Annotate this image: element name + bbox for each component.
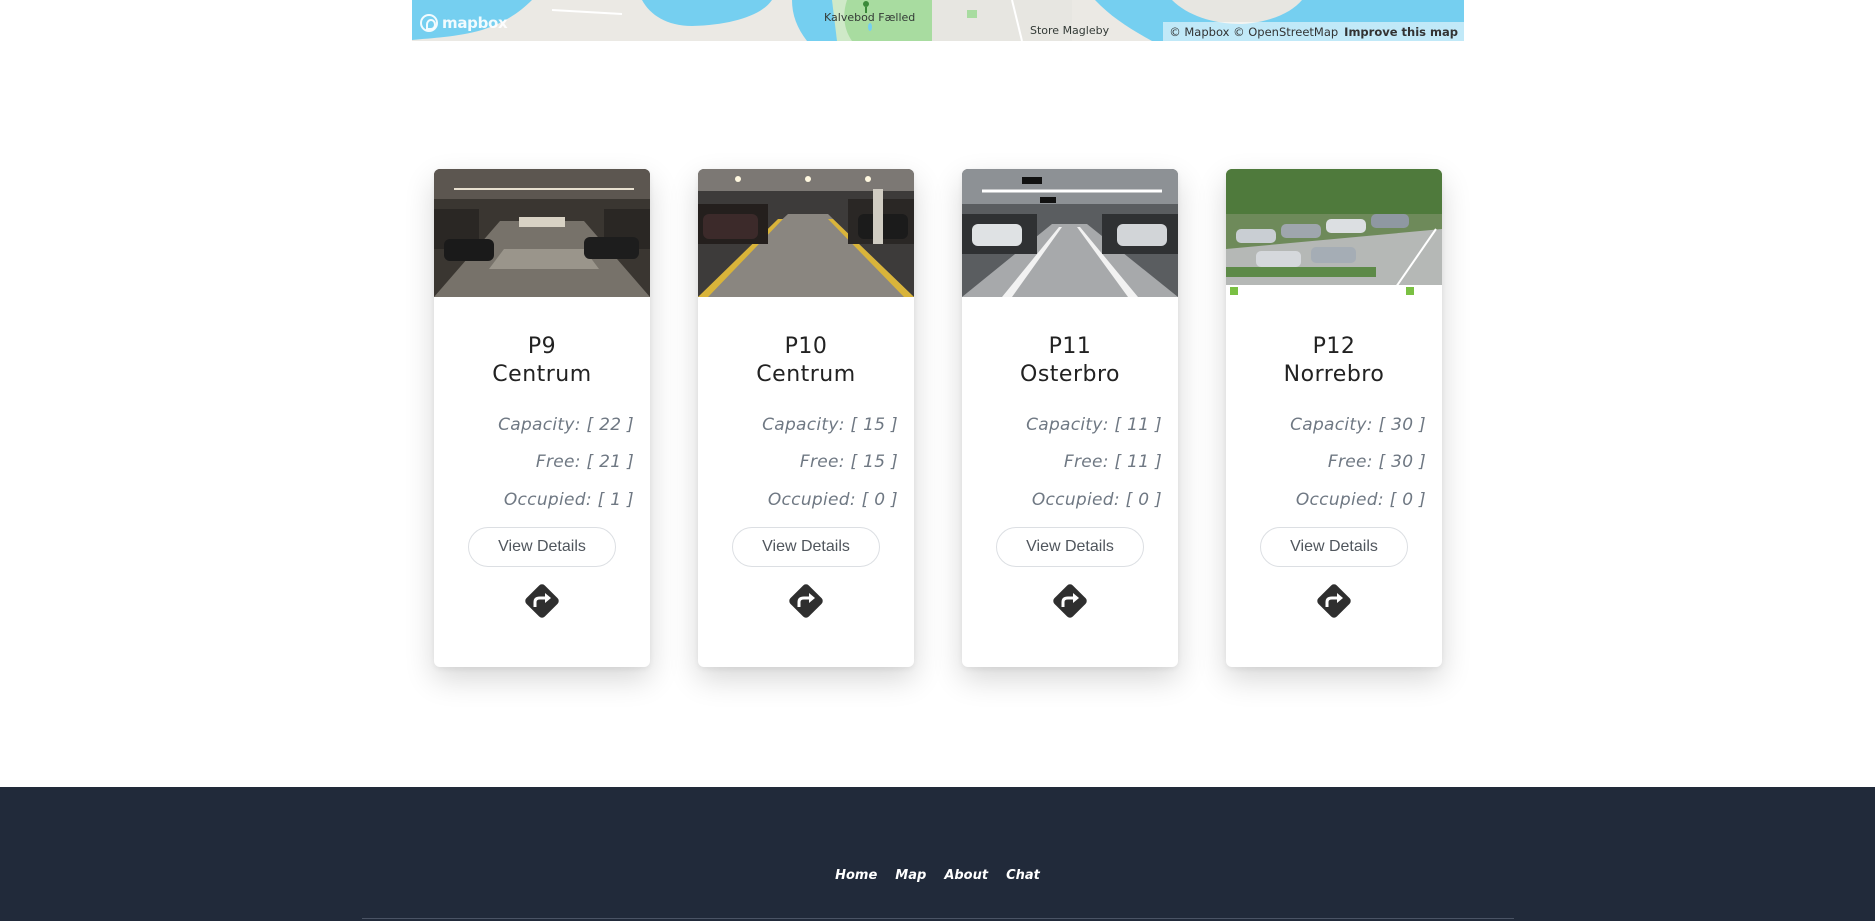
view-details-button[interactable]: View Details xyxy=(1260,527,1408,567)
parking-code: P9 xyxy=(527,334,557,359)
parking-code: P10 xyxy=(784,334,828,359)
free-text: Free: [ 15 ] xyxy=(799,452,898,472)
footer-link-about[interactable]: About xyxy=(944,868,988,883)
parking-name: P9 Centrum xyxy=(434,333,650,389)
free-text: Free: [ 21 ] xyxy=(535,452,634,472)
parking-photo xyxy=(962,169,1178,297)
parking-name: P12 Norrebro xyxy=(1226,333,1442,389)
parking-code: P11 xyxy=(1048,334,1092,359)
footer-link-home[interactable]: Home xyxy=(835,868,877,883)
parking-photo xyxy=(434,169,650,297)
parking-name: P11 Osterbro xyxy=(962,333,1178,389)
view-details-button[interactable]: View Details xyxy=(468,527,616,567)
mapbox-logo[interactable]: mapbox xyxy=(420,13,508,33)
footer-link-chat[interactable]: Chat xyxy=(1006,868,1040,883)
parking-area: Osterbro xyxy=(1020,362,1120,387)
occupied-text: Occupied: [ 0 ] xyxy=(1031,490,1162,510)
directions-icon[interactable] xyxy=(1050,581,1090,621)
parking-name: P10 Centrum xyxy=(698,333,914,389)
mapbox-logo-text: mapbox xyxy=(442,14,508,32)
footer-link-map[interactable]: Map xyxy=(895,868,926,883)
parking-photo xyxy=(698,169,914,297)
occupied-text: Occupied: [ 1 ] xyxy=(503,490,634,510)
parking-area: Centrum xyxy=(492,362,592,387)
capacity-text: Capacity: [ 22 ] xyxy=(498,415,634,435)
parking-area: Norrebro xyxy=(1283,362,1385,387)
parking-card: P12 Norrebro Capacity: [ 30 ] Free: [ 30… xyxy=(1226,169,1442,667)
map[interactable]: mapbox Kalvebod Fælled Store Magleby © M… xyxy=(412,0,1464,41)
improve-map-link[interactable]: Improve this map xyxy=(1344,25,1458,39)
capacity-text: Capacity: [ 30 ] xyxy=(1290,415,1426,435)
map-place-label: Store Magleby xyxy=(1030,24,1110,37)
free-text: Free: [ 30 ] xyxy=(1327,452,1426,472)
footer-divider xyxy=(362,918,1514,919)
view-details-button[interactable]: View Details xyxy=(732,527,880,567)
mapbox-logo-icon xyxy=(420,14,438,32)
occupied-text: Occupied: [ 0 ] xyxy=(767,490,898,510)
capacity-text: Capacity: [ 11 ] xyxy=(1026,415,1162,435)
free-text: Free: [ 11 ] xyxy=(1063,452,1162,472)
parking-card: P9 Centrum Capacity: [ 22 ] Free: [ 21 ]… xyxy=(434,169,650,667)
directions-icon[interactable] xyxy=(1314,581,1354,621)
capacity-text: Capacity: [ 15 ] xyxy=(762,415,898,435)
attribution-text[interactable]: © Mapbox © OpenStreetMap xyxy=(1169,25,1338,39)
parking-card: P10 Centrum Capacity: [ 15 ] Free: [ 15 … xyxy=(698,169,914,667)
parking-code: P12 xyxy=(1312,334,1356,359)
footer: Home Map About Chat xyxy=(0,787,1875,921)
map-place-label: Kalvebod Fælled xyxy=(824,11,916,24)
view-details-button[interactable]: View Details xyxy=(996,527,1144,567)
directions-icon[interactable] xyxy=(522,581,562,621)
map-attribution: © Mapbox © OpenStreetMap Improve this ma… xyxy=(1163,22,1464,41)
parking-card: P11 Osterbro Capacity: [ 11 ] Free: [ 11… xyxy=(962,169,1178,667)
directions-icon[interactable] xyxy=(786,581,826,621)
parking-photo xyxy=(1226,169,1442,297)
parking-area: Centrum xyxy=(756,362,856,387)
occupied-text: Occupied: [ 0 ] xyxy=(1295,490,1426,510)
footer-nav: Home Map About Chat xyxy=(0,868,1875,883)
